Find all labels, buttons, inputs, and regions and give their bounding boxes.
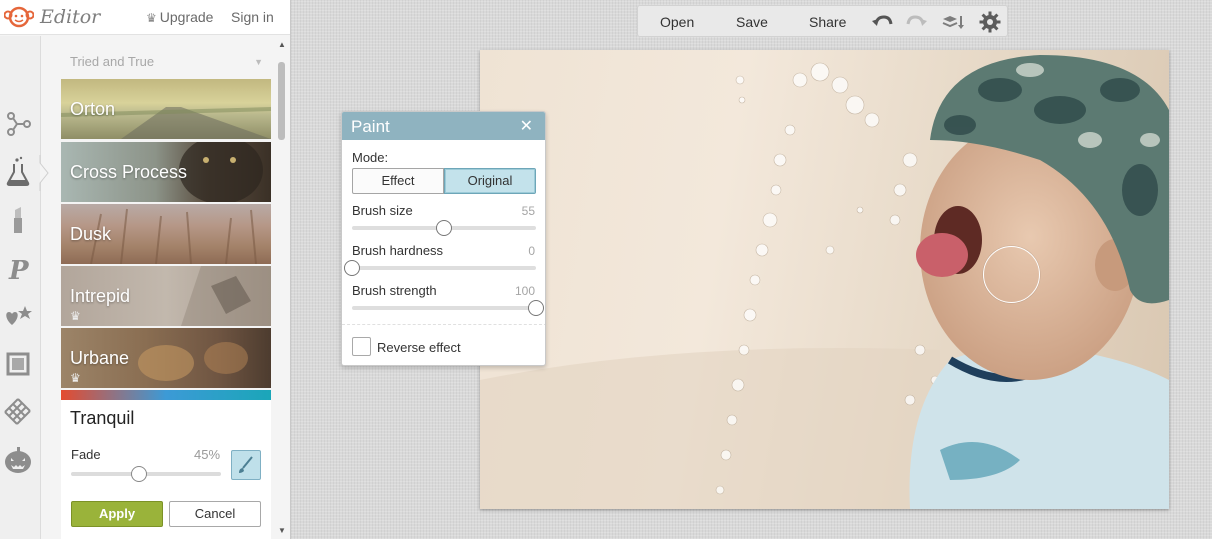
brush-hardness-slider-knob[interactable] [344, 260, 360, 276]
crown-icon: ♛ [146, 11, 157, 25]
divider [342, 324, 545, 325]
mode-effect-button[interactable]: Effect [352, 168, 444, 194]
touch-up-lipstick-icon[interactable] [3, 204, 33, 236]
brush-strength-value: 100 [514, 284, 535, 298]
left-panel: Editor ♛ Upgrade Sign in P Tried and Tru… [0, 0, 291, 539]
app-title: Editor [40, 6, 101, 28]
premium-crown-icon: ♛ [70, 371, 81, 385]
brush-hardness-value: 0 [528, 244, 535, 258]
basic-edits-icon[interactable] [3, 108, 33, 140]
monkey-logo-icon[interactable] [4, 5, 34, 29]
paintbrush-icon [239, 456, 253, 473]
fade-value: 45% [194, 447, 221, 462]
svg-text:P: P [8, 256, 30, 284]
effect-label: Orton [70, 99, 116, 119]
brush-size-label: Brush size [352, 203, 413, 218]
cancel-button[interactable]: Cancel [169, 501, 261, 527]
close-icon[interactable]: ✕ [520, 116, 533, 136]
brush-hardness-slider[interactable] [344, 260, 536, 276]
textures-icon[interactable] [3, 396, 33, 428]
active-effect-panel: Tranquil Fade 45% Apply Cancel [61, 390, 271, 539]
top-toolbar: Open Save Share [637, 5, 1008, 37]
upgrade-link[interactable]: ♛ Upgrade [146, 9, 213, 25]
paint-dialog: Paint ✕ Mode: Effect Original Brush size… [341, 111, 546, 366]
photo-boy-catching-water [480, 55, 1169, 509]
photo-canvas[interactable] [480, 50, 1169, 509]
effect-label: Cross Process [70, 162, 188, 182]
scroll-down-arrow-icon[interactable]: ▼ [278, 526, 286, 535]
effect-tile-cross-process[interactable]: Cross Process [61, 142, 271, 202]
text-icon[interactable]: P [3, 252, 33, 284]
brush-cursor [983, 246, 1040, 303]
tool-rail: P [0, 36, 40, 539]
scrollbar-thumb[interactable] [278, 62, 285, 140]
effect-tile-intrepid[interactable]: Intrepid ♛ [61, 266, 271, 326]
layers-icon[interactable] [941, 10, 965, 34]
undo-icon[interactable] [870, 10, 894, 34]
upgrade-label: Upgrade [159, 9, 214, 25]
category-dropdown[interactable]: Tried and True ▼ [61, 51, 271, 73]
rail-divider [40, 36, 41, 539]
active-effect-title: Tranquil [70, 408, 135, 428]
effects-scrollbar[interactable]: ▲ ▼ [275, 36, 289, 539]
effect-label: Dusk [70, 224, 112, 244]
apply-button[interactable]: Apply [71, 501, 163, 527]
signin-link[interactable]: Sign in [231, 9, 274, 25]
scroll-up-arrow-icon[interactable]: ▲ [278, 40, 286, 49]
redo-icon[interactable] [905, 10, 929, 34]
brush-strength-label: Brush strength [352, 283, 437, 298]
effects-flask-icon[interactable] [3, 156, 33, 188]
seasonal-pumpkin-icon[interactable] [3, 444, 33, 476]
reverse-effect-label: Reverse effect [377, 340, 461, 355]
chevron-down-icon: ▼ [254, 57, 263, 67]
share-button[interactable]: Share [809, 14, 846, 30]
paint-brush-button[interactable] [231, 450, 261, 480]
effect-tile-urbane[interactable]: Urbane ♛ [61, 328, 271, 388]
reverse-effect-checkbox[interactable] [352, 337, 371, 356]
effect-label: Intrepid [70, 286, 131, 306]
brush-hardness-label: Brush hardness [352, 243, 444, 258]
open-button[interactable]: Open [660, 14, 694, 30]
effects-list: Tried and True ▼ Orton Cross Process Dus… [61, 36, 271, 539]
paint-dialog-header[interactable]: Paint ✕ [342, 112, 545, 140]
premium-crown-icon: ♛ [70, 309, 81, 323]
active-tool-pointer [39, 155, 49, 191]
mode-original-button[interactable]: Original [444, 168, 536, 194]
brush-strength-slider-knob[interactable] [528, 300, 544, 316]
fade-slider[interactable] [71, 466, 221, 482]
brush-size-value: 55 [521, 204, 535, 218]
top-bar: Editor ♛ Upgrade Sign in [0, 0, 290, 35]
brush-strength-slider[interactable] [352, 300, 544, 316]
frames-icon[interactable] [3, 348, 33, 380]
overlays-icon[interactable] [3, 300, 33, 332]
fade-label: Fade [71, 447, 101, 462]
save-button[interactable]: Save [736, 14, 768, 30]
brush-size-slider-knob[interactable] [436, 220, 452, 236]
mode-label: Mode: [352, 150, 389, 165]
effect-label: Urbane [70, 348, 130, 368]
effect-tile-orton[interactable]: Orton [61, 79, 271, 139]
brush-size-slider[interactable] [352, 220, 536, 236]
paint-dialog-title: Paint [351, 117, 390, 136]
gear-icon[interactable] [978, 10, 1002, 34]
category-dropdown-value: Tried and True [70, 54, 155, 69]
fade-slider-knob[interactable] [130, 466, 147, 482]
effect-tile-dusk[interactable]: Dusk [61, 204, 271, 264]
